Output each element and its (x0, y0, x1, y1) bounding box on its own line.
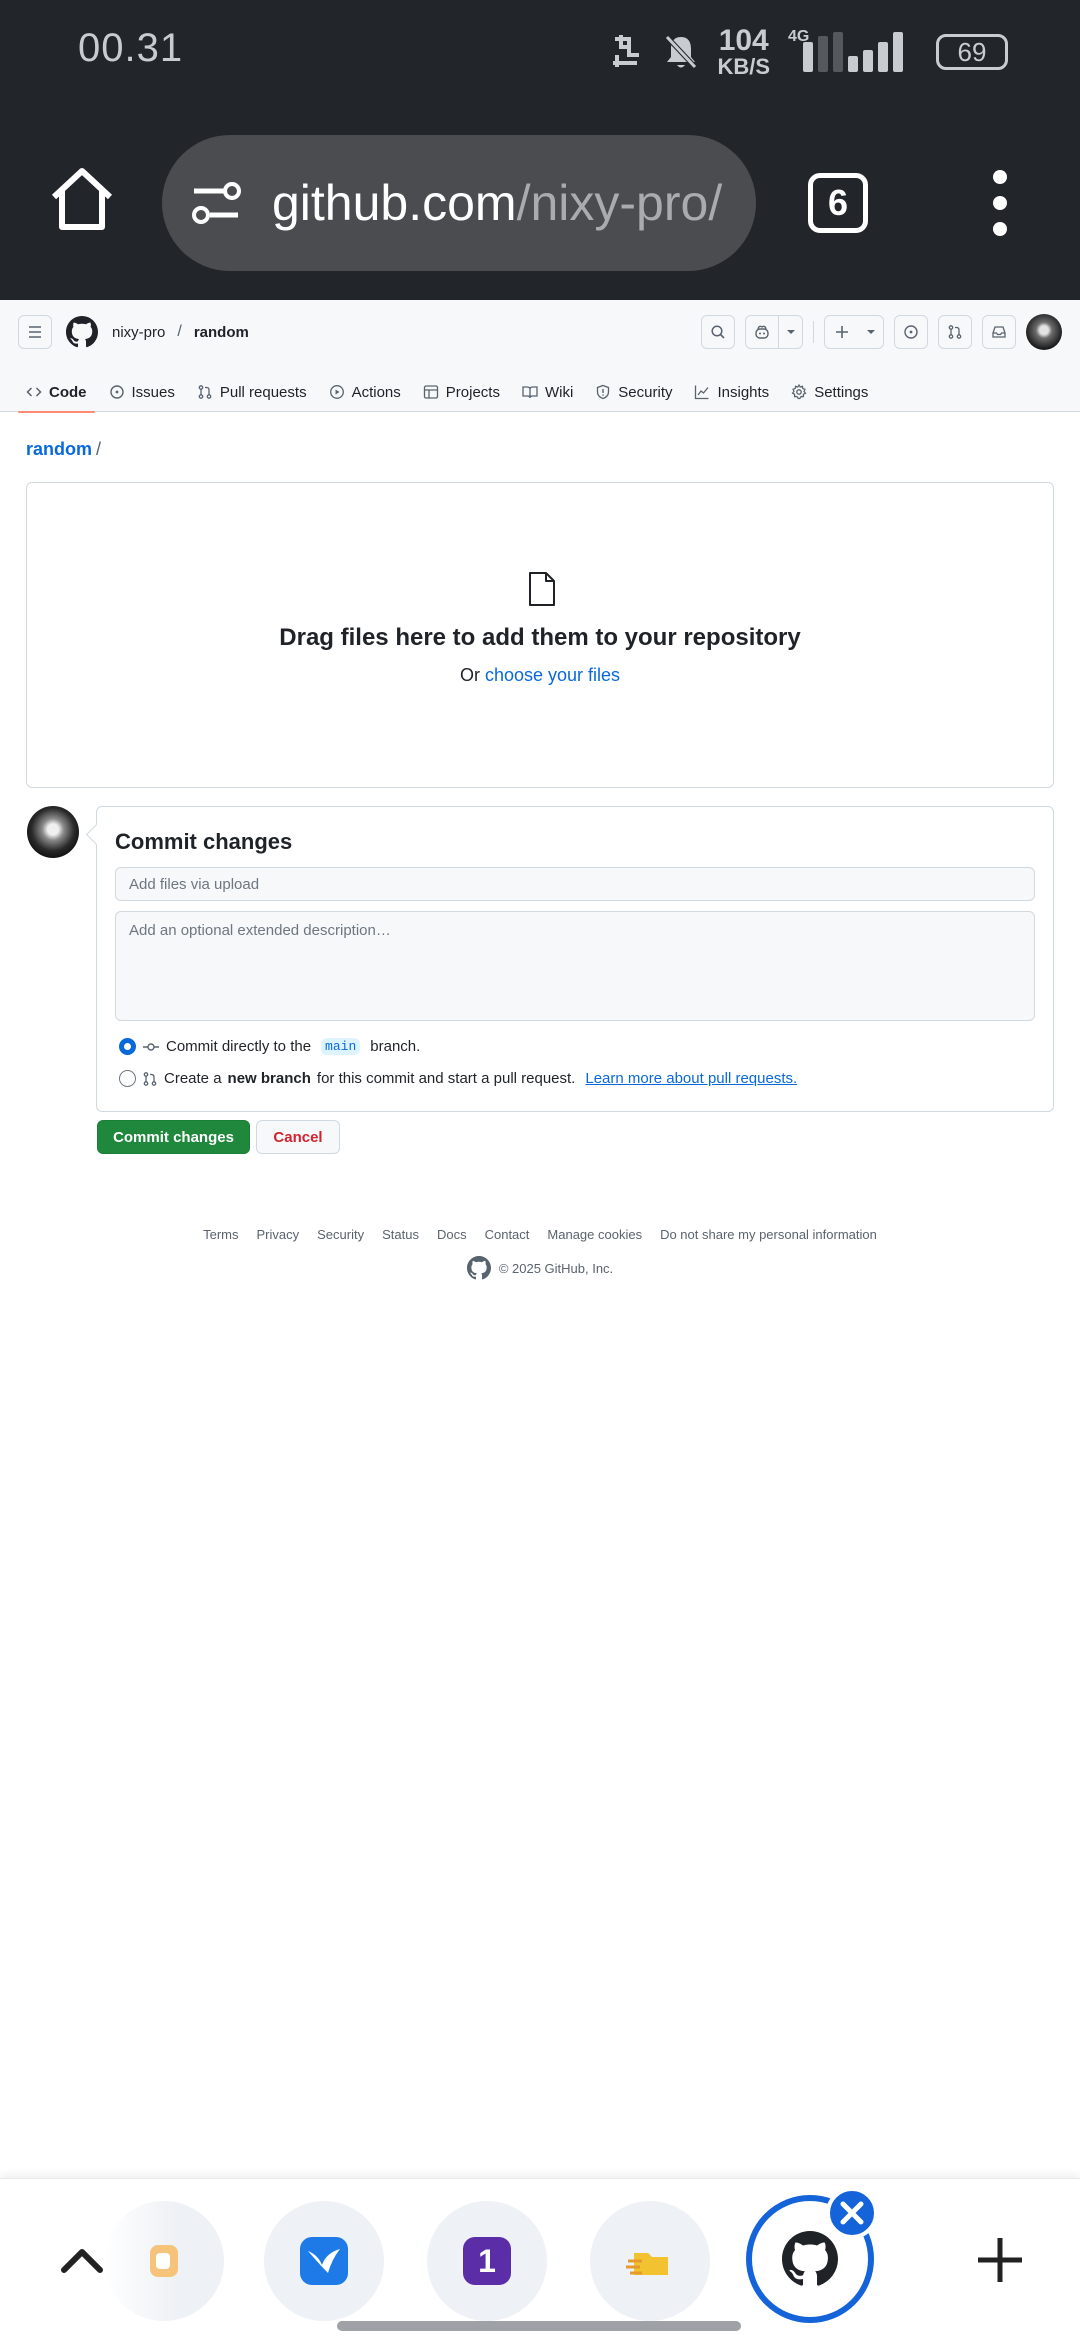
tab-projects[interactable]: Projects (415, 364, 508, 412)
play-icon (329, 385, 344, 399)
divider (813, 321, 814, 343)
github-logo-icon[interactable] (66, 316, 98, 348)
tab-thumbnail[interactable] (104, 2201, 224, 2321)
close-tab-icon[interactable] (826, 2187, 878, 2239)
footer-link[interactable]: Contact (485, 1227, 530, 1242)
footer-link[interactable]: Do not share my personal information (660, 1227, 877, 1242)
status-time: 00.31 (78, 26, 184, 70)
commit-summary-input[interactable] (115, 867, 1035, 901)
network-speed: 104 KB/S (717, 24, 770, 79)
issues-icon[interactable] (894, 315, 928, 349)
learn-more-link[interactable]: Learn more about pull requests. (585, 1070, 797, 1087)
create-new-button[interactable] (824, 315, 884, 349)
footer-link[interactable]: Status (382, 1227, 419, 1242)
footer-copyright: © 2025 GitHub, Inc. (0, 1256, 1080, 1280)
file-manager-icon (626, 2253, 668, 2275)
chevron-up-icon[interactable] (58, 2236, 106, 2284)
address-bar[interactable]: github.com/nixy-pro/ (162, 135, 756, 271)
breadcrumb-separator: / (177, 323, 182, 340)
git-commit-icon (143, 1042, 159, 1051)
footer-link[interactable]: Terms (203, 1227, 238, 1242)
footer-link[interactable]: Privacy (257, 1227, 300, 1242)
file-dropzone[interactable]: Drag files here to add them to your repo… (26, 482, 1054, 788)
bell-muted-icon (665, 35, 698, 69)
branch-name: main (321, 1038, 361, 1055)
dropzone-subtitle: Or choose your files (459, 665, 621, 685)
plus-icon[interactable] (825, 316, 859, 348)
breadcrumb: random / (26, 439, 102, 459)
svg-text:1: 1 (478, 2243, 496, 2279)
commit-changes-button[interactable]: Commit changes (97, 1120, 250, 1154)
url-text: github.com/nixy-pro/ (272, 175, 723, 231)
tab-actions[interactable]: Actions (321, 364, 409, 412)
github-logo-icon[interactable] (466, 1256, 491, 1280)
status-icons: 104 KB/S 4G 69 (607, 24, 1008, 80)
browser-menu-icon[interactable] (985, 170, 1015, 236)
one-app-icon: 1 (463, 2237, 511, 2285)
avatar (27, 806, 79, 858)
footer-link[interactable]: Security (317, 1227, 364, 1242)
dropzone-title: Drag files here to add them to your repo… (279, 624, 801, 651)
table-icon (423, 385, 438, 399)
tab-security[interactable]: Security (587, 364, 680, 412)
graph-icon (695, 385, 709, 400)
tab-switcher-button[interactable]: 6 (808, 173, 868, 233)
tab-strip: 1 (0, 2178, 1080, 2340)
chevron-down-icon[interactable] (778, 316, 802, 348)
tab-insights[interactable]: Insights (686, 364, 777, 412)
choose-files-link[interactable]: choose your files (485, 665, 620, 685)
shield-icon (597, 384, 610, 400)
signal-strength-icon: 4G (788, 28, 918, 72)
new-tab-plus-icon[interactable] (976, 2236, 1024, 2284)
code-icon (26, 387, 42, 397)
cancel-button[interactable]: Cancel (256, 1120, 340, 1154)
tab-thumbnail[interactable]: 1 (427, 2201, 547, 2321)
repo-nav: Code Issues Pull requests Actions Projec… (18, 364, 882, 413)
tab-wiki[interactable]: Wiki (514, 364, 581, 412)
footer-link[interactable]: Manage cookies (547, 1227, 642, 1242)
footer-link[interactable]: Docs (437, 1227, 467, 1242)
repo-link[interactable]: random (194, 324, 249, 341)
commit-description-input[interactable] (115, 911, 1035, 1021)
hamburger-menu-icon[interactable] (18, 315, 52, 349)
bird-app-icon (300, 2237, 348, 2285)
owner-link[interactable]: nixy-pro (112, 324, 165, 341)
copilot-button[interactable] (745, 315, 803, 349)
issue-opened-icon (109, 385, 124, 399)
commit-form: Commit changes Commit directly to the ma… (96, 806, 1054, 1112)
app-favicon-icon (150, 2245, 178, 2277)
breadcrumb-repo-link[interactable]: random (26, 439, 92, 459)
browser-chrome: 00.31 104 KB/S 4G 69 github.com/nixy-pro… (0, 0, 1080, 300)
battery-icon: 69 (936, 34, 1008, 70)
search-icon[interactable] (701, 315, 735, 349)
home-icon[interactable] (48, 165, 116, 233)
radio-new-branch[interactable] (119, 1070, 136, 1087)
footer-links: Terms Privacy Security Status Docs Conta… (0, 1227, 1080, 1242)
tab-issues[interactable]: Issues (101, 364, 183, 412)
radio-commit-direct[interactable] (119, 1038, 136, 1055)
data-saver-icon (613, 35, 640, 67)
inbox-icon[interactable] (982, 315, 1016, 349)
pull-requests-icon[interactable] (938, 315, 972, 349)
gesture-bar[interactable] (337, 2321, 741, 2331)
github-header: nixy-pro / random Code Issues Pull reque… (0, 300, 1080, 413)
commit-title: Commit changes (115, 829, 293, 854)
site-settings-icon[interactable] (190, 177, 242, 229)
commit-new-branch-option[interactable]: Create a new branch for this commit and … (119, 1070, 797, 1087)
commit-direct-option[interactable]: Commit directly to the main branch. (119, 1038, 420, 1055)
github-logo-icon (782, 2231, 838, 2287)
copilot-icon[interactable] (746, 316, 778, 348)
tab-thumbnail[interactable] (264, 2201, 384, 2321)
tab-code[interactable]: Code (18, 364, 95, 413)
gear-icon (791, 384, 807, 400)
git-pull-request-icon (198, 385, 212, 399)
chevron-down-icon[interactable] (859, 316, 883, 348)
tab-pull-requests[interactable]: Pull requests (189, 364, 315, 412)
file-icon (529, 572, 555, 606)
book-icon (522, 386, 538, 399)
git-pull-request-icon (143, 1071, 157, 1086)
user-avatar[interactable] (1026, 314, 1062, 350)
tab-thumbnail[interactable] (590, 2201, 710, 2321)
tab-settings[interactable]: Settings (783, 364, 876, 412)
